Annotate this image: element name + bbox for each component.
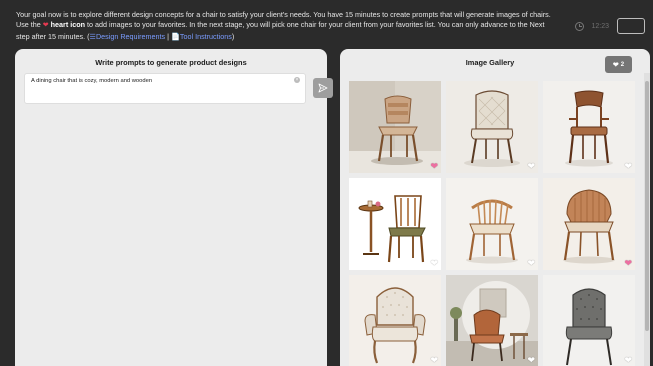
gallery-scroll-thumb[interactable] bbox=[645, 81, 649, 331]
heart-icon-label: heart icon bbox=[50, 20, 86, 30]
favorite-heart-icon[interactable]: ❤ bbox=[430, 356, 438, 365]
favorites-button[interactable]: ❤ 2 bbox=[605, 56, 632, 73]
clear-icon[interactable]: × bbox=[294, 77, 300, 83]
gallery-image-8[interactable]: ❤ bbox=[446, 275, 538, 366]
chair-image bbox=[543, 178, 635, 270]
favorite-heart-icon[interactable]: ❤ bbox=[527, 259, 535, 268]
favorite-heart-icon[interactable]: ❤ bbox=[430, 259, 438, 268]
timer-area: 12:23 bbox=[575, 18, 645, 34]
heart-icon: ❤ bbox=[612, 61, 619, 69]
gallery-image-4[interactable]: ❤ bbox=[349, 178, 441, 270]
design-requirements-link[interactable]: ☰Design Requirements bbox=[90, 32, 166, 41]
next-step-button[interactable] bbox=[617, 18, 645, 34]
clock-icon bbox=[575, 21, 585, 31]
chair-image bbox=[349, 178, 441, 270]
prompt-input-value: A dining chair that is cozy, modern and … bbox=[31, 78, 153, 84]
send-icon bbox=[318, 83, 328, 93]
gallery-scrollbar[interactable] bbox=[644, 73, 650, 366]
gallery-image-3[interactable]: ❤ bbox=[543, 81, 635, 173]
favorite-heart-icon[interactable]: ❤ bbox=[624, 259, 632, 268]
gallery-image-6[interactable]: ❤ bbox=[543, 178, 635, 270]
gallery-image-1[interactable]: ❤ bbox=[349, 81, 441, 173]
chair-image bbox=[349, 275, 441, 366]
prompt-panel-title: Write prompts to generate product design… bbox=[95, 58, 247, 67]
instructions-text: Your goal now is to explore different de… bbox=[16, 10, 556, 42]
favorite-heart-icon[interactable]: ❤ bbox=[624, 356, 632, 365]
gallery-image-5[interactable]: ❤ bbox=[446, 178, 538, 270]
chair-image bbox=[543, 81, 635, 173]
heart-icon: ❤ bbox=[42, 22, 49, 30]
gallery-image-7[interactable]: ❤ bbox=[349, 275, 441, 366]
image-grid: ❤ ❤ ❤ ❤ ❤ ❤ ❤ ❤ ❤ bbox=[349, 81, 635, 366]
favorites-count: 2 bbox=[620, 61, 625, 68]
favorite-heart-icon[interactable]: ❤ bbox=[430, 162, 438, 171]
chair-image bbox=[349, 81, 441, 173]
prompt-panel: Write prompts to generate product design… bbox=[15, 49, 333, 366]
gallery-panel: Image Gallery ❤ 2 ❤ ❤ ❤ ❤ ❤ ❤ ❤ ❤ ❤ bbox=[340, 49, 650, 366]
instructions-close-paren: ) bbox=[231, 31, 235, 41]
favorite-heart-icon[interactable]: ❤ bbox=[624, 162, 632, 171]
tool-instructions-link[interactable]: 📄Tool Instructions bbox=[171, 32, 232, 41]
gallery-image-9[interactable]: ❤ bbox=[543, 275, 635, 366]
chair-image bbox=[446, 81, 538, 173]
gallery-image-2[interactable]: ❤ bbox=[446, 81, 538, 173]
send-button[interactable] bbox=[313, 78, 333, 98]
chair-image bbox=[446, 275, 538, 366]
gallery-title: Image Gallery bbox=[465, 58, 515, 67]
chair-image bbox=[446, 178, 538, 270]
favorite-heart-icon[interactable]: ❤ bbox=[527, 356, 535, 365]
chair-image bbox=[543, 275, 635, 366]
timer-value: 12:23 bbox=[591, 22, 609, 30]
favorite-heart-icon[interactable]: ❤ bbox=[527, 162, 535, 171]
prompt-input[interactable]: A dining chair that is cozy, modern and … bbox=[24, 73, 306, 104]
